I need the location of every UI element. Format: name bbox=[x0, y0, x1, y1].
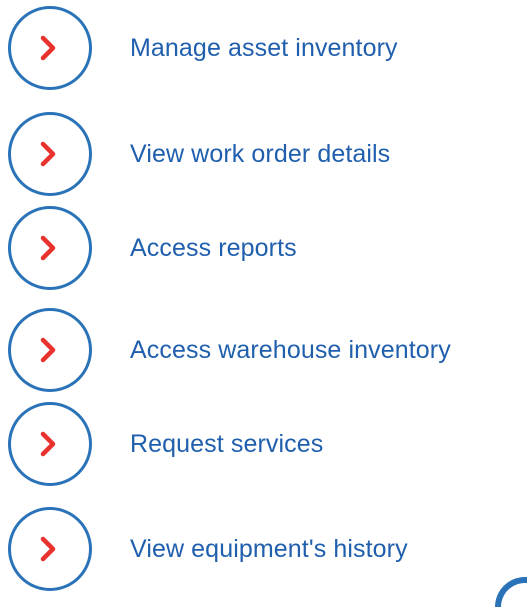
feature-item-request-services[interactable]: Request services bbox=[8, 400, 323, 488]
chevron-circle[interactable] bbox=[8, 112, 92, 196]
chevron-right-icon bbox=[40, 35, 56, 61]
feature-label[interactable]: View work order details bbox=[130, 140, 390, 169]
feature-label[interactable]: View equipment's history bbox=[130, 535, 408, 564]
feature-item-view-equipment-history[interactable]: View equipment's history bbox=[8, 505, 408, 593]
feature-list: Manage asset inventory View work order d… bbox=[0, 0, 527, 593]
chevron-circle[interactable] bbox=[8, 206, 92, 290]
chevron-right-icon bbox=[40, 431, 56, 457]
chevron-circle[interactable] bbox=[8, 308, 92, 392]
chevron-circle[interactable] bbox=[8, 507, 92, 591]
feature-item-access-warehouse-inventory[interactable]: Access warehouse inventory bbox=[8, 306, 451, 394]
chevron-circle[interactable] bbox=[8, 402, 92, 486]
feature-label[interactable]: Access reports bbox=[130, 234, 297, 263]
feature-item-manage-asset-inventory[interactable]: Manage asset inventory bbox=[8, 4, 398, 92]
chevron-right-icon bbox=[40, 141, 56, 167]
feature-label[interactable]: Request services bbox=[130, 430, 323, 459]
feature-item-view-work-order-details[interactable]: View work order details bbox=[8, 110, 390, 198]
feature-label[interactable]: Manage asset inventory bbox=[130, 34, 398, 63]
feature-label[interactable]: Access warehouse inventory bbox=[130, 336, 451, 365]
chevron-right-icon bbox=[40, 235, 56, 261]
chevron-right-icon bbox=[40, 536, 56, 562]
chevron-circle[interactable] bbox=[8, 6, 92, 90]
chevron-right-icon bbox=[40, 337, 56, 363]
feature-item-access-reports[interactable]: Access reports bbox=[8, 204, 297, 292]
